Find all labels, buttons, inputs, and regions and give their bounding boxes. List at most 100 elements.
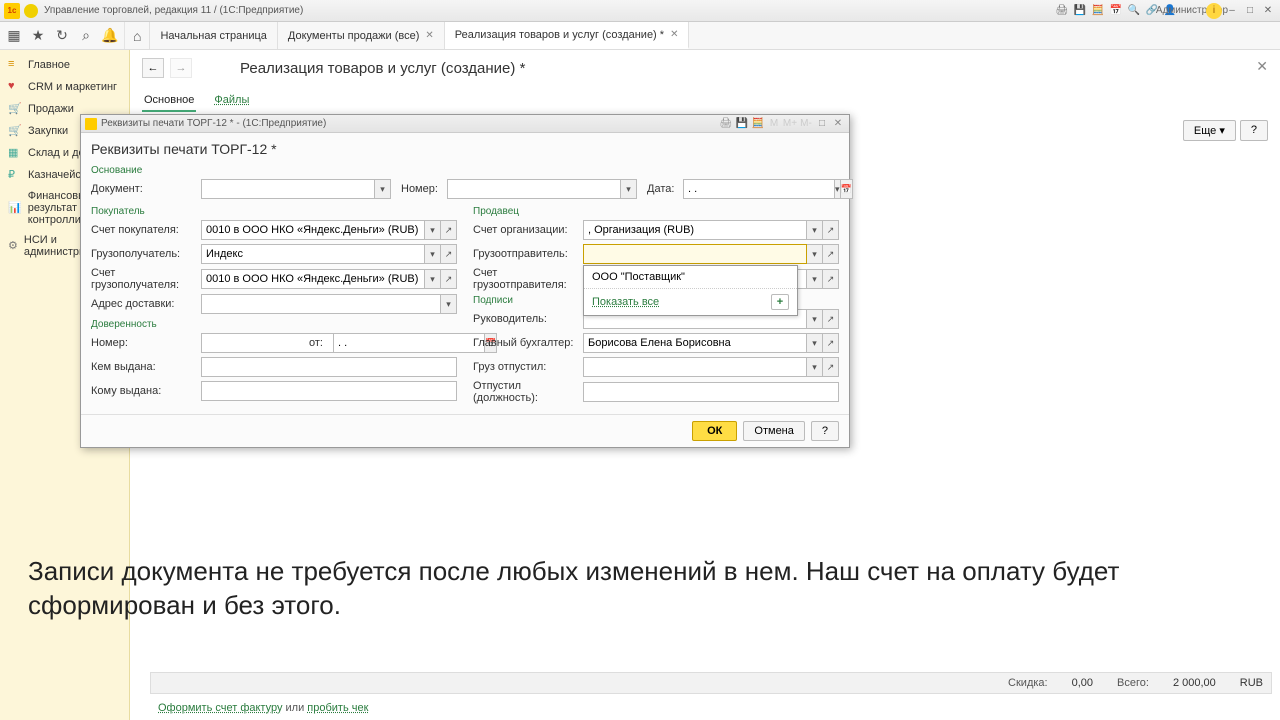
label-date: Дата: — [647, 183, 683, 195]
tab-close-icon[interactable]: ✕ — [425, 30, 433, 41]
page-close-icon[interactable]: ✕ — [1256, 58, 1268, 75]
dropdown-icon[interactable]: ▾ — [425, 269, 441, 289]
forward-button[interactable]: → — [170, 58, 192, 78]
open-icon[interactable]: ↗ — [823, 244, 839, 264]
label-num2: Номер: — [91, 337, 201, 349]
tab-close-icon[interactable]: ✕ — [670, 29, 678, 40]
dialog-close-icon[interactable]: ✕ — [831, 117, 845, 131]
dropdown-icon[interactable]: ▾ — [807, 244, 823, 264]
dialog-header: Реквизиты печати ТОРГ-12 * — [91, 141, 839, 157]
label-issued-by: Кем выдана: — [91, 361, 201, 373]
acc-consignee-field[interactable] — [201, 269, 425, 289]
section-seller: Продавец — [473, 206, 839, 217]
label-acc-consignee: Счет грузополучателя: — [91, 267, 201, 291]
dropdown-icon[interactable]: ▾ — [807, 220, 823, 240]
released-pos-field[interactable] — [583, 382, 839, 402]
number-field[interactable] — [447, 179, 621, 199]
total-label: Всего: — [1117, 677, 1149, 689]
dropdown-icon[interactable] — [24, 4, 38, 18]
calc-icon[interactable]: 🧮 — [1090, 3, 1106, 19]
subtab-main[interactable]: Основное — [142, 90, 196, 112]
dialog-window-title: Реквизиты печати ТОРГ-12 * - (1С:Предпри… — [101, 118, 719, 129]
subtab-files[interactable]: Файлы — [212, 90, 251, 112]
home-tab[interactable] — [125, 22, 150, 49]
consignee-field[interactable] — [201, 244, 425, 264]
dialog-m-icon[interactable]: M+ — [783, 117, 797, 131]
dialog-torg12: Реквизиты печати ТОРГ-12 * - (1С:Предпри… — [80, 114, 850, 448]
admin-label[interactable]: Администратор — [1184, 3, 1200, 19]
search-icon[interactable]: ⌕ — [78, 28, 94, 44]
history-icon[interactable]: ↻ — [54, 28, 70, 44]
dropdown-icon[interactable]: ▾ — [425, 244, 441, 264]
cancel-button[interactable]: Отмена — [743, 421, 804, 441]
apps-icon[interactable]: ▦ — [6, 28, 22, 44]
dropdown-icon[interactable]: ▾ — [807, 333, 823, 353]
dropdown-option[interactable]: ООО "Поставщик" — [584, 266, 797, 288]
dialog-m-icon[interactable]: M — [767, 117, 781, 131]
acc-buyer-field[interactable] — [201, 220, 425, 240]
more-button[interactable]: Еще ▾ — [1183, 120, 1236, 141]
minimize-icon[interactable]: – — [1224, 3, 1240, 19]
dropdown-icon[interactable]: ▾ — [375, 179, 391, 199]
addr-field[interactable] — [201, 294, 441, 314]
tab-docs[interactable]: Документы продажи (все)✕ — [278, 22, 445, 49]
info-icon[interactable]: i — [1206, 3, 1222, 19]
receipt-link[interactable]: пробить чек — [307, 702, 368, 714]
sender-field[interactable] — [583, 244, 807, 264]
accountant-field[interactable] — [583, 333, 807, 353]
sidebar-item-crm[interactable]: CRM и маркетинг — [0, 76, 129, 98]
print-icon[interactable]: 🖨 — [1054, 3, 1070, 19]
date-field[interactable] — [683, 179, 835, 199]
maximize-icon[interactable]: □ — [1242, 3, 1258, 19]
open-icon[interactable]: ↗ — [823, 269, 839, 289]
tab-start[interactable]: Начальная страница — [150, 22, 277, 49]
open-icon[interactable]: ↗ — [441, 244, 457, 264]
dialog-save-icon[interactable]: 💾 — [735, 117, 749, 131]
page-title: Реализация товаров и услуг (создание) * — [240, 60, 525, 77]
add-button[interactable]: + — [771, 294, 789, 310]
dropdown-icon[interactable]: ▾ — [621, 179, 637, 199]
dialog-print-icon[interactable]: 🖨 — [719, 117, 733, 131]
ok-button[interactable]: ОК — [692, 421, 737, 441]
label-released-pos: Отпустил (должность): — [473, 380, 583, 404]
save-icon[interactable]: 💾 — [1072, 3, 1088, 19]
label-document: Документ: — [91, 183, 201, 195]
dropdown-icon[interactable]: ▾ — [807, 357, 823, 377]
dialog-logo-icon — [85, 118, 97, 130]
help-button[interactable]: ? — [811, 421, 839, 441]
issued-to-field[interactable] — [201, 381, 457, 401]
show-all-link[interactable]: Показать все — [592, 296, 659, 308]
dropdown-icon[interactable]: ▾ — [807, 309, 823, 329]
released-field[interactable] — [583, 357, 807, 377]
calendar-icon[interactable]: 📅 — [1108, 3, 1124, 19]
tab-realization[interactable]: Реализация товаров и услуг (создание) *✕ — [445, 22, 690, 49]
help-button[interactable]: ? — [1240, 120, 1268, 141]
auth-date-field[interactable] — [333, 333, 485, 353]
dialog-minimize-icon[interactable]: □ — [815, 117, 829, 131]
issued-by-field[interactable] — [201, 357, 457, 377]
document-field[interactable] — [201, 179, 375, 199]
star-icon[interactable]: ★ — [30, 28, 46, 44]
sidebar-item-main[interactable]: Главное — [0, 54, 129, 76]
close-icon[interactable]: ✕ — [1260, 3, 1276, 19]
label-acc-sender: Счет грузоотправителя: — [473, 267, 583, 291]
calendar-icon[interactable]: 📅 — [841, 179, 853, 199]
back-button[interactable]: ← — [142, 58, 164, 78]
dropdown-icon[interactable]: ▾ — [441, 294, 457, 314]
currency-label: RUB — [1240, 677, 1263, 689]
dropdown-icon[interactable]: ▾ — [807, 269, 823, 289]
open-icon[interactable]: ↗ — [441, 269, 457, 289]
dropdown-icon[interactable]: ▾ — [425, 220, 441, 240]
sender-dropdown: ООО "Поставщик" Показать все + — [583, 265, 798, 316]
dialog-m-icon[interactable]: M- — [799, 117, 813, 131]
open-icon[interactable]: ↗ — [823, 309, 839, 329]
bell-icon[interactable]: 🔔 — [102, 28, 118, 44]
open-icon[interactable]: ↗ — [823, 220, 839, 240]
search-icon[interactable]: 🔍 — [1126, 3, 1142, 19]
acc-org-field[interactable] — [583, 220, 807, 240]
open-icon[interactable]: ↗ — [823, 357, 839, 377]
dialog-calc-icon[interactable]: 🧮 — [751, 117, 765, 131]
invoice-link[interactable]: Оформить счет фактуру — [158, 702, 282, 714]
open-icon[interactable]: ↗ — [441, 220, 457, 240]
open-icon[interactable]: ↗ — [823, 333, 839, 353]
